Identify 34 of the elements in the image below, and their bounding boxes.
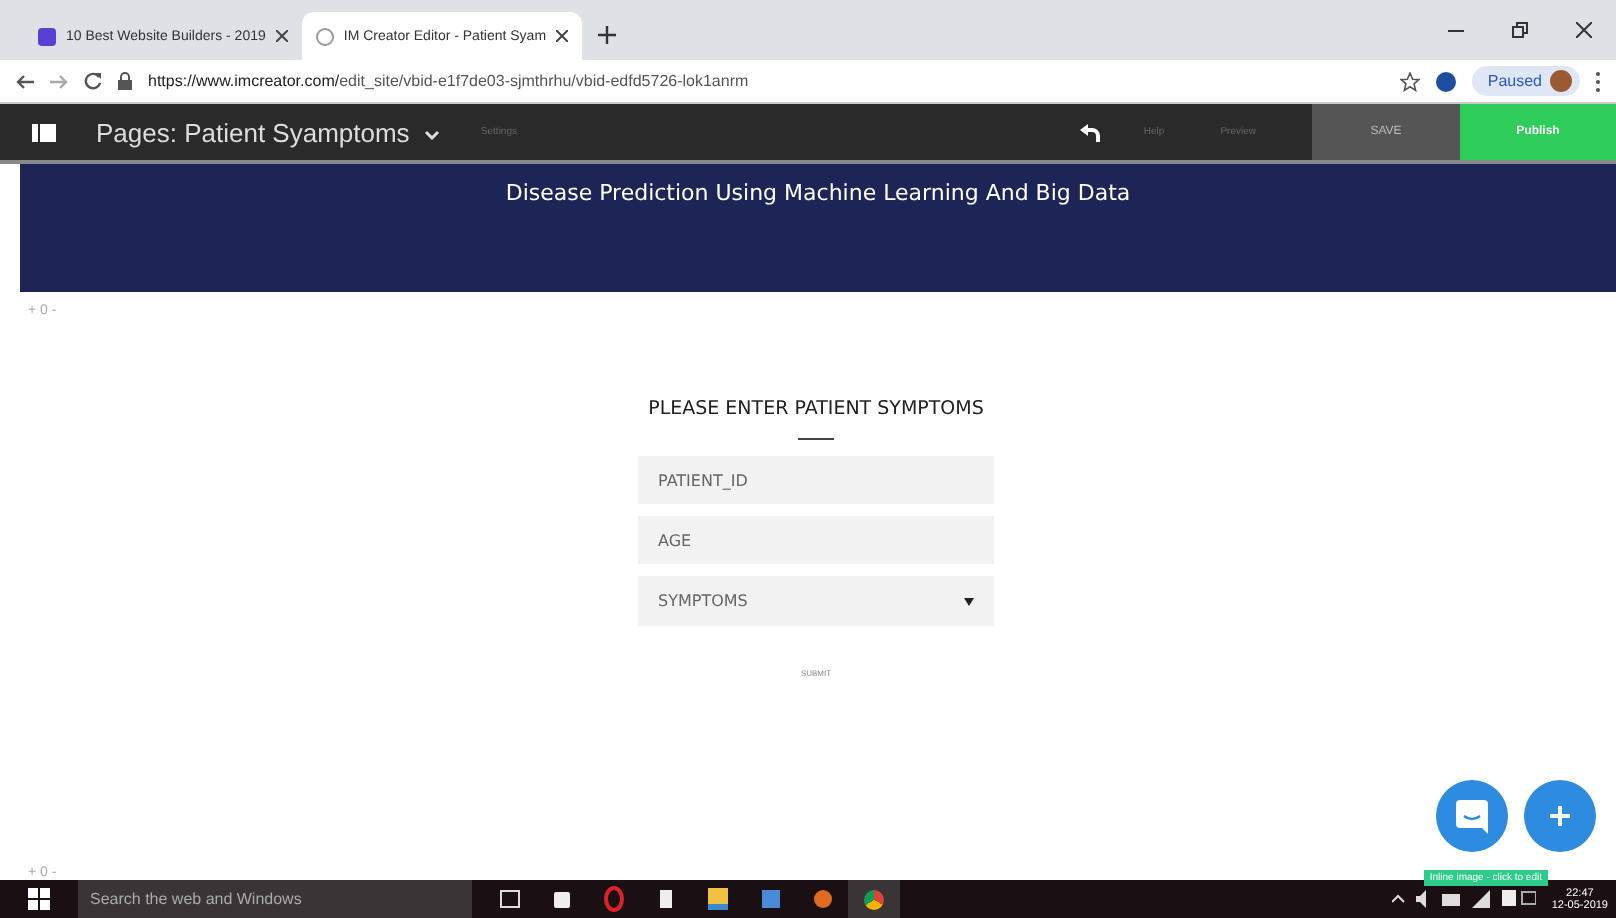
input-field[interactable]: AGE [638,516,994,564]
search-field[interactable]: Search the web and Windows [78,880,472,918]
input-field[interactable]: PATIENT_ID [638,456,994,504]
close-icon[interactable] [556,30,569,42]
close-icon[interactable] [1576,22,1592,38]
sidebar-icon[interactable] [32,123,56,141]
chrome-icon[interactable] [848,880,900,918]
tray-icons[interactable] [1391,890,1536,908]
restore-icon[interactable] [1512,22,1528,38]
avatar-icon [1550,70,1572,92]
windows-icon[interactable] [28,888,50,910]
extension-icon[interactable] [1435,71,1456,91]
new-tab-icon[interactable] [598,26,617,44]
plus-icon [1550,806,1570,826]
site-icon [38,27,56,45]
back-icon[interactable] [16,73,34,89]
loading-icon [315,27,334,45]
reload-icon[interactable] [84,72,102,90]
caret-icon [964,597,974,605]
chat-icon [1456,799,1488,833]
form-heading: PLEASE ENTER PATIENT SYMPTOMS [648,398,984,420]
minimize-icon[interactable] [1448,29,1464,31]
chevron-icon [424,129,441,140]
close-icon[interactable] [275,30,288,42]
site-title: Disease Prediction Using Machine Learning And Big Data [505,180,1131,210]
undo-icon[interactable] [1079,123,1100,141]
pages-dropdown[interactable]: Pages: Patient Syamptoms [96,117,441,147]
url-text[interactable]: https://www.imcreator.com/edit_site/vbid-e1f7de03-sjmthrhu/vbid-edfd5726-lok1anrm [148,72,749,90]
star-icon[interactable] [1399,71,1420,91]
lock-icon [118,72,132,90]
select-field[interactable]: SYMPTOMS [638,576,994,626]
add-button[interactable] [1524,780,1596,852]
profile-button[interactable]: Paused [1471,66,1580,96]
chat-button[interactable] [1436,780,1508,852]
